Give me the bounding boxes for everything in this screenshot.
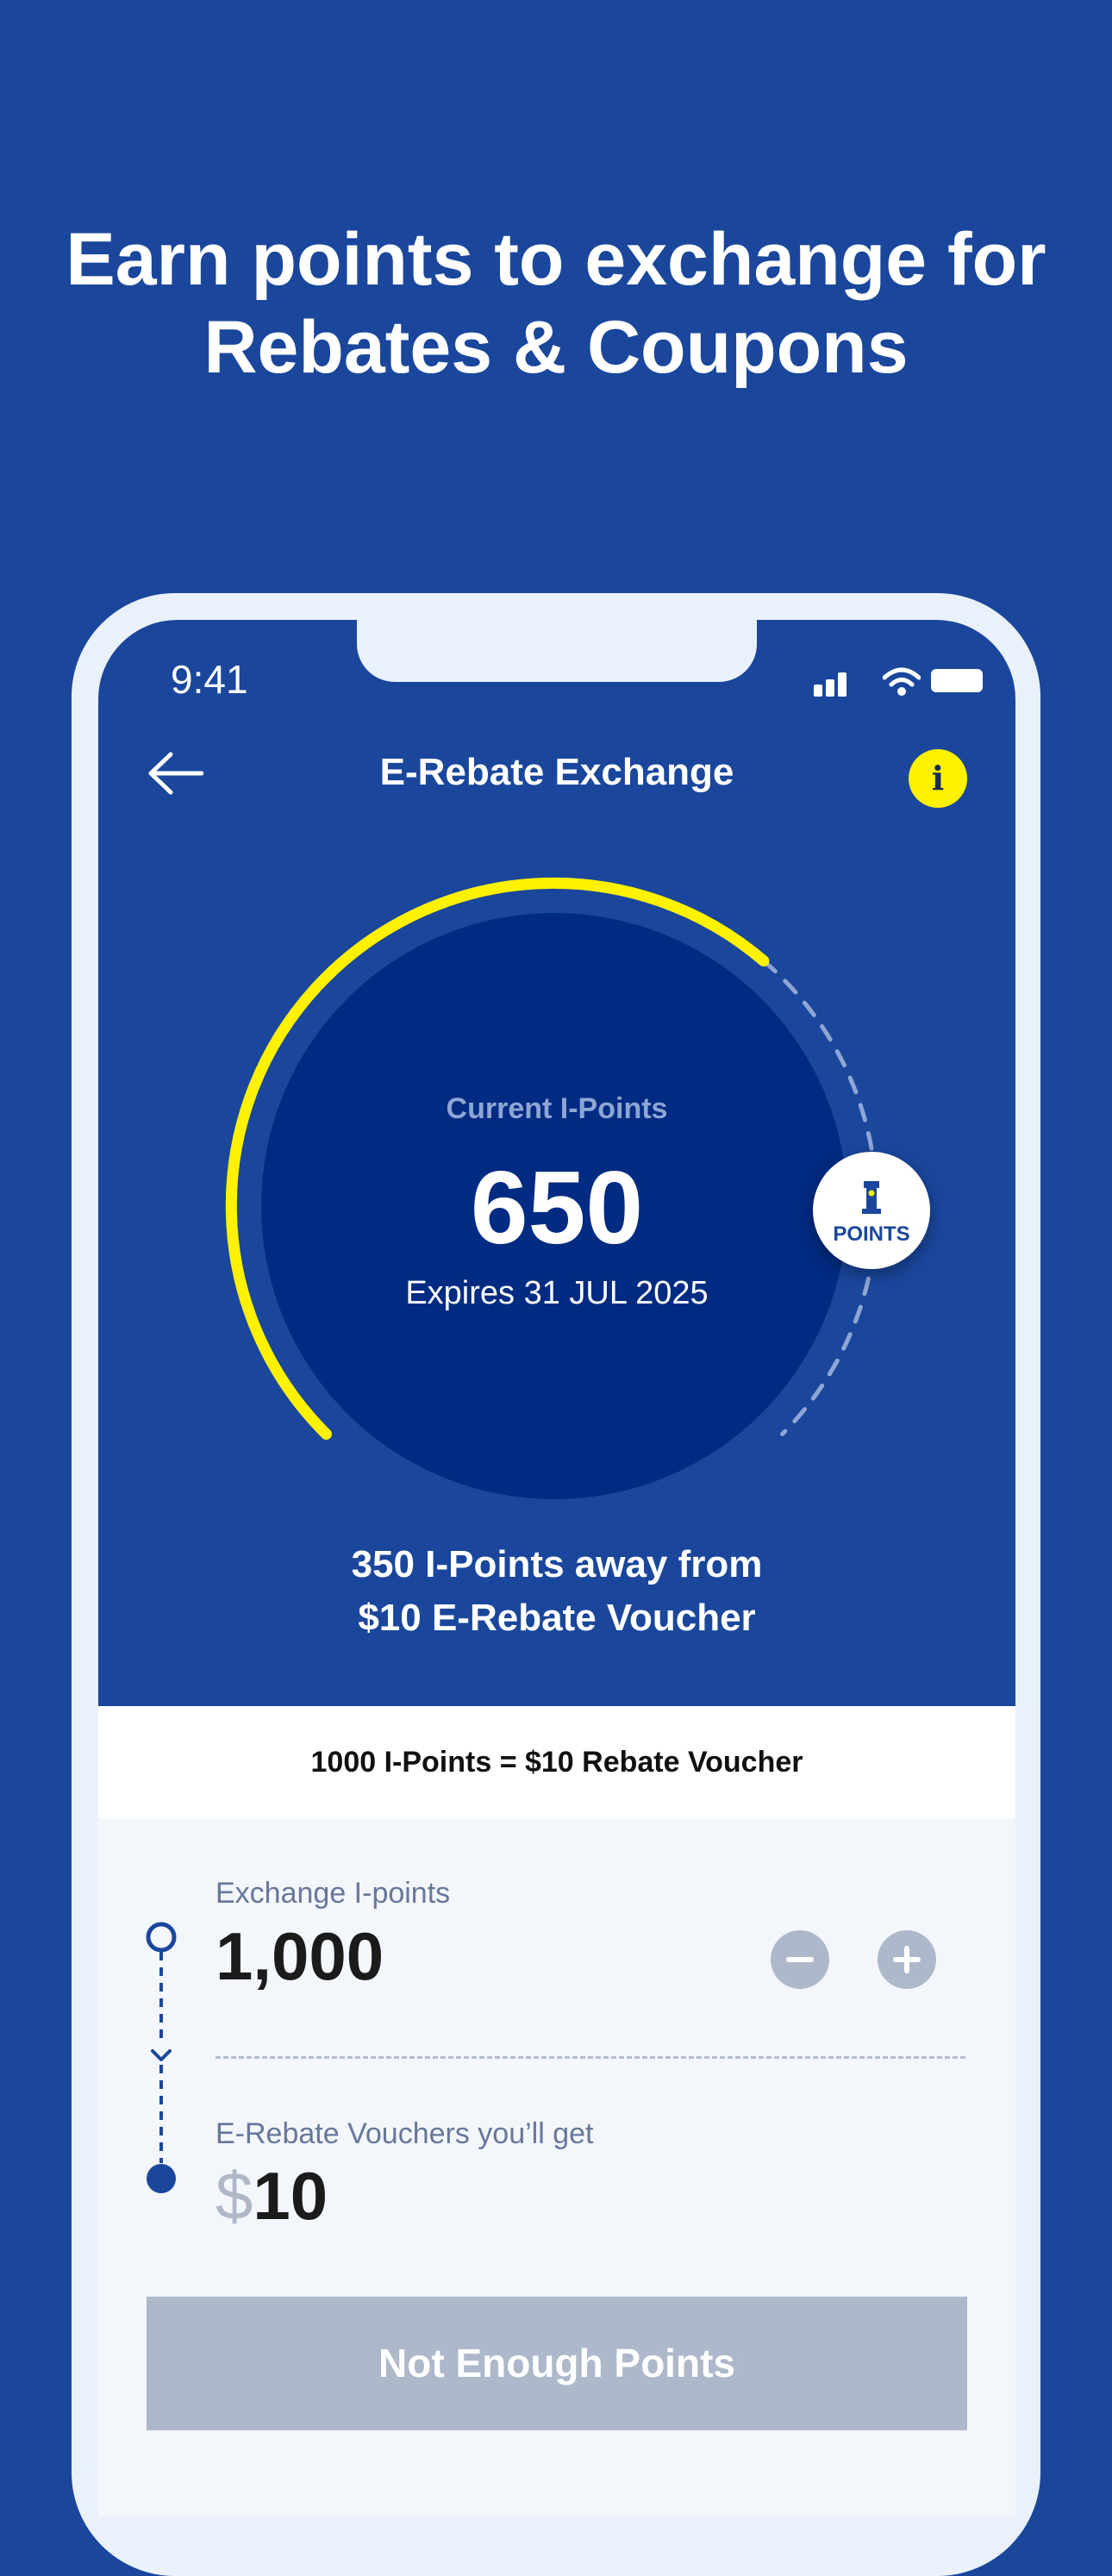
timeline-end-dot <box>147 2164 176 2193</box>
exchange-points-label: Exchange I-points <box>216 1877 451 1910</box>
voucher-currency: $ <box>216 2158 253 2234</box>
headline: Earn points to exchange for Rebates & Co… <box>0 216 1112 391</box>
headline-text: Earn points to exchange for Rebates & Co… <box>66 218 1046 389</box>
voucher-label: E-Rebate Vouchers you’ll get <box>216 2117 594 2150</box>
app-screen: 9:41 E-Rebate Exchange i Current I-Point… <box>98 620 1015 2517</box>
exchange-points-value[interactable]: 1,000 <box>216 1915 384 1998</box>
voucher-value: $10 <box>216 2154 328 2237</box>
timeline-start-dot <box>146 1922 177 1953</box>
exchange-timeline <box>146 1922 177 2193</box>
points-badge-label: POINTS <box>833 1222 910 1246</box>
voucher-amount: 10 <box>253 2158 328 2234</box>
decrease-button[interactable] <box>771 1930 829 1989</box>
increase-button[interactable] <box>878 1930 936 1989</box>
timeline-arrow-icon <box>151 2049 172 2061</box>
minus-icon <box>786 1957 814 1962</box>
plus-icon-vertical <box>904 1946 909 1973</box>
i-logo-icon <box>862 1181 881 1214</box>
points-badge: POINTS <box>813 1152 930 1269</box>
divider <box>216 2056 965 2059</box>
